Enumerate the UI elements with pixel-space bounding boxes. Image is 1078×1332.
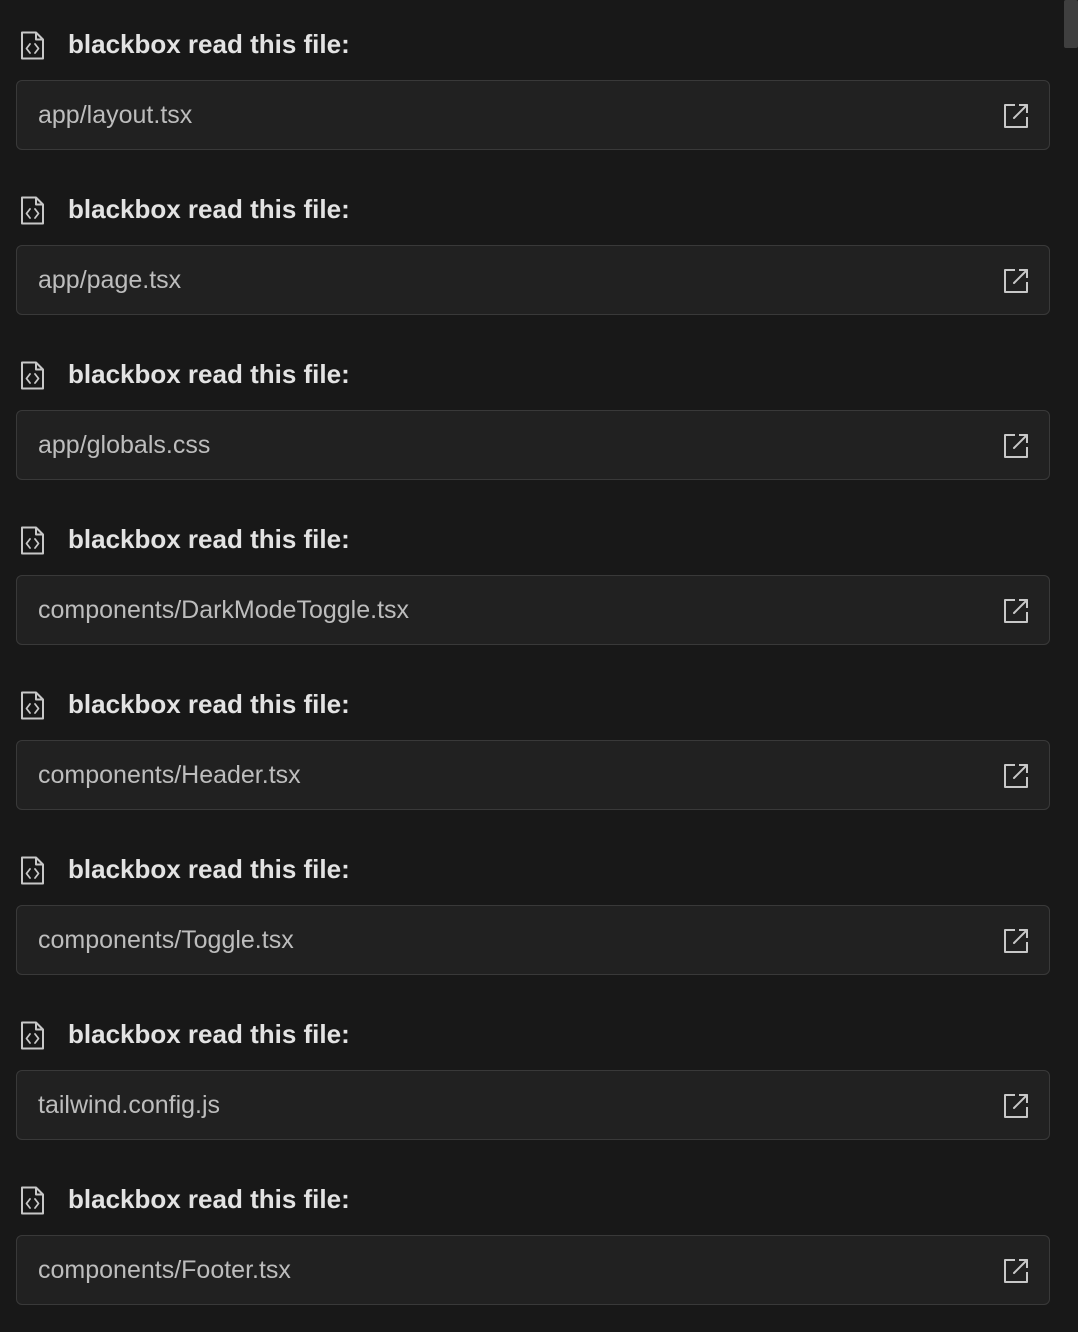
- entry-header: blackbox read this file:: [0, 1183, 1060, 1215]
- file-code-icon: [21, 1021, 44, 1050]
- file-read-entry: blackbox read this file: app/page.tsx: [0, 165, 1078, 330]
- external-link-icon[interactable]: [1003, 268, 1029, 294]
- file-read-entry: blackbox read this file: components/Head…: [0, 660, 1078, 825]
- file-read-entry: blackbox read this file: components/Togg…: [0, 825, 1078, 990]
- external-link-icon[interactable]: [1003, 103, 1029, 129]
- entry-header-label: blackbox read this file:: [68, 1019, 350, 1049]
- entry-header-label: blackbox read this file:: [68, 194, 350, 224]
- file-link-card[interactable]: app/page.tsx: [16, 245, 1050, 315]
- file-read-entry: blackbox read this file: components/Dark…: [0, 495, 1078, 660]
- entry-header: blackbox read this file:: [0, 28, 1060, 60]
- file-code-icon: [21, 856, 44, 885]
- file-link-card[interactable]: app/layout.tsx: [16, 80, 1050, 150]
- entry-header-label: blackbox read this file:: [68, 689, 350, 719]
- entry-header-label: blackbox read this file:: [68, 854, 350, 884]
- file-path: app/layout.tsx: [38, 101, 193, 129]
- entry-header: blackbox read this file:: [0, 853, 1060, 885]
- entry-header-label: blackbox read this file:: [68, 359, 350, 389]
- file-link-card[interactable]: components/Toggle.tsx: [16, 905, 1050, 975]
- file-path: tailwind.config.js: [38, 1091, 221, 1119]
- file-link-card[interactable]: components/Footer.tsx: [16, 1235, 1050, 1305]
- entry-header-label: blackbox read this file:: [68, 1184, 350, 1214]
- external-link-icon[interactable]: [1003, 1258, 1029, 1284]
- file-code-icon: [21, 31, 44, 60]
- file-path: app/globals.css: [38, 431, 211, 459]
- entry-header: blackbox read this file:: [0, 688, 1060, 720]
- file-code-icon: [21, 526, 44, 555]
- file-path: app/page.tsx: [38, 266, 182, 294]
- file-code-icon: [21, 361, 44, 390]
- file-read-entry: blackbox read this file: components/Foot…: [0, 1155, 1078, 1320]
- external-link-icon[interactable]: [1003, 763, 1029, 789]
- file-code-icon: [21, 1186, 44, 1215]
- entry-header: blackbox read this file:: [0, 523, 1060, 555]
- scrollbar-thumb[interactable]: [1064, 0, 1078, 48]
- file-link-card[interactable]: tailwind.config.js: [16, 1070, 1050, 1140]
- external-link-icon[interactable]: [1003, 1093, 1029, 1119]
- file-path: components/Toggle.tsx: [38, 926, 294, 954]
- file-code-icon: [21, 196, 44, 225]
- file-code-icon: [21, 691, 44, 720]
- external-link-icon[interactable]: [1003, 598, 1029, 624]
- external-link-icon[interactable]: [1003, 433, 1029, 459]
- file-path: components/Header.tsx: [38, 761, 301, 789]
- external-link-icon[interactable]: [1003, 928, 1029, 954]
- entry-header: blackbox read this file:: [0, 1018, 1060, 1050]
- file-path: components/DarkModeToggle.tsx: [38, 596, 410, 624]
- entry-header-label: blackbox read this file:: [68, 524, 350, 554]
- file-link-card[interactable]: app/globals.css: [16, 410, 1050, 480]
- file-link-card[interactable]: components/Header.tsx: [16, 740, 1050, 810]
- file-path: components/Footer.tsx: [38, 1256, 291, 1284]
- file-read-entry: blackbox read this file: tailwind.config…: [0, 990, 1078, 1155]
- chat-scroll-area[interactable]: blackbox read this file: app/layout.tsx: [0, 0, 1078, 1332]
- file-link-card[interactable]: components/DarkModeToggle.tsx: [16, 575, 1050, 645]
- entry-header-label: blackbox read this file:: [68, 29, 350, 59]
- file-read-entry: blackbox read this file: app/globals.css: [0, 330, 1078, 495]
- entry-header: blackbox read this file:: [0, 193, 1060, 225]
- entry-header: blackbox read this file:: [0, 358, 1060, 390]
- file-read-entry: blackbox read this file: app/layout.tsx: [0, 0, 1078, 165]
